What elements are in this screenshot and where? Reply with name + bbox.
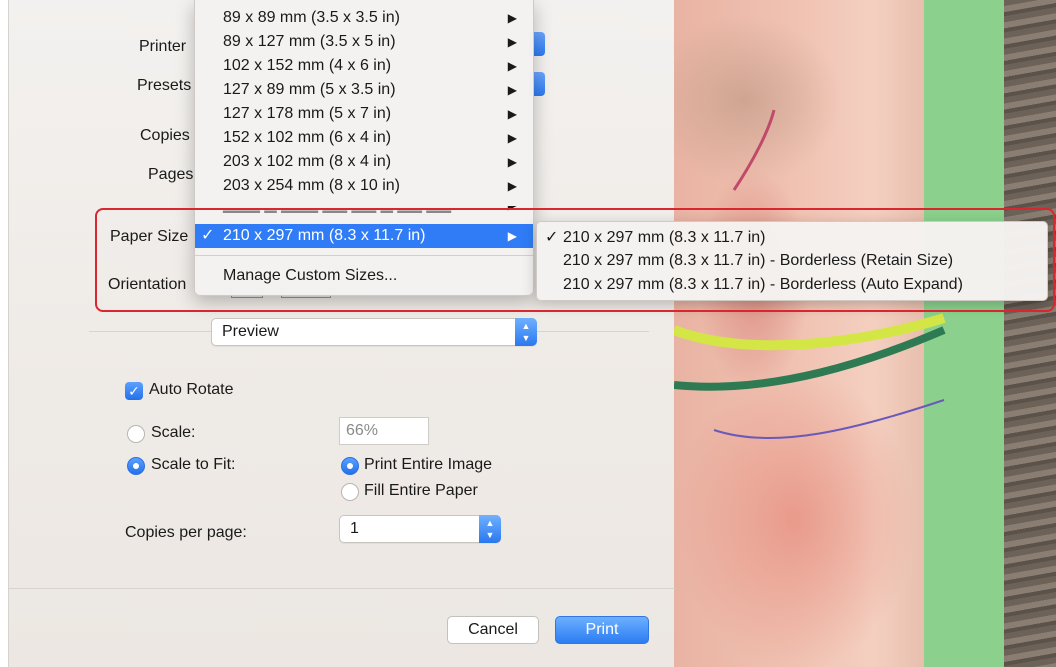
- menu-item[interactable]: 89 x 89 mm (3.5 x 3.5 in) ▶: [195, 6, 533, 30]
- submenu-arrow-icon: ▶: [507, 131, 517, 145]
- menu-separator: [195, 255, 533, 256]
- copies-label: Copies: [140, 127, 190, 144]
- paper-size-submenu: ✓ 210 x 297 mm (8.3 x 11.7 in) 210 x 297…: [536, 221, 1048, 301]
- stepper-icon: ▲ ▼: [515, 318, 537, 346]
- menu-item-selected[interactable]: ✓ 210 x 297 mm (8.3 x 11.7 in) ▶: [195, 224, 533, 248]
- stepper-icon: ▲ ▼: [479, 515, 501, 543]
- menu-item-clipped: ▁▁▁ ▁ ▁▁▁ ▁▁ ▁▁ ▁ ▁▁ ▁▁ ▶: [195, 206, 533, 216]
- scale-to-fit-label: Scale to Fit:: [151, 456, 236, 473]
- menu-item[interactable]: 89 x 127 mm (3.5 x 5 in) ▶: [195, 30, 533, 54]
- submenu-item[interactable]: 210 x 297 mm (8.3 x 11.7 in) - Borderles…: [537, 249, 1047, 273]
- submenu-item[interactable]: ✓ 210 x 297 mm (8.3 x 11.7 in): [537, 226, 1047, 250]
- submenu-arrow-icon: ▶: [507, 83, 517, 97]
- submenu-arrow-icon: ▶: [507, 59, 517, 73]
- submenu-arrow-icon: ▶: [507, 35, 517, 49]
- copies-per-page-value: 1: [350, 520, 359, 537]
- checkmark-icon: ✓: [545, 229, 559, 246]
- footer-divider: [9, 588, 675, 589]
- submenu-arrow-icon: ▶: [507, 11, 517, 25]
- menu-item[interactable]: 152 x 102 mm (6 x 4 in) ▶: [195, 126, 533, 150]
- print-entire-image-label: Print Entire Image: [364, 456, 493, 473]
- cancel-button[interactable]: Cancel: [447, 616, 539, 644]
- print-entire-image-radio[interactable]: [341, 457, 359, 475]
- menu-item[interactable]: 127 x 89 mm (5 x 3.5 in) ▶: [195, 78, 533, 102]
- submenu-arrow-icon: ▶: [507, 155, 517, 169]
- menu-item[interactable]: 203 x 254 mm (8 x 10 in) ▶: [195, 174, 533, 198]
- scale-label: Scale:: [151, 424, 196, 441]
- menu-item[interactable]: 127 x 178 mm (5 x 7 in) ▶: [195, 102, 533, 126]
- auto-rotate-checkbox[interactable]: ✓: [125, 382, 143, 400]
- menu-item[interactable]: 203 x 102 mm (8 x 4 in) ▶: [195, 150, 533, 174]
- submenu-arrow-icon: ▶: [507, 107, 517, 121]
- menu-item[interactable]: 102 x 152 mm (4 x 6 in) ▶: [195, 54, 533, 78]
- submenu-arrow-icon: ▶: [507, 229, 517, 243]
- photo-preview: [674, 0, 1056, 667]
- scale-radio[interactable]: [127, 425, 145, 443]
- scale-input[interactable]: 66%: [339, 417, 429, 445]
- section-select[interactable]: Preview ▲ ▼: [211, 318, 537, 346]
- print-button[interactable]: Print: [555, 616, 649, 644]
- paper-size-label: Paper Size: [110, 228, 189, 245]
- orientation-label: Orientation: [108, 276, 187, 293]
- printer-label: Printer: [139, 38, 187, 55]
- submenu-item[interactable]: 210 x 297 mm (8.3 x 11.7 in) - Borderles…: [537, 273, 1047, 297]
- submenu-arrow-icon: ▶: [508, 206, 517, 216]
- scale-to-fit-radio[interactable]: [127, 457, 145, 475]
- section-select-value: Preview: [222, 323, 279, 340]
- manage-custom-sizes-item[interactable]: Manage Custom Sizes...: [195, 264, 533, 288]
- fill-entire-paper-label: Fill Entire Paper: [364, 482, 478, 499]
- photo-ribbon-graphic: [674, 109, 946, 439]
- checkmark-icon: ✓: [201, 227, 215, 244]
- presets-label: Presets: [137, 77, 192, 94]
- paper-size-menu: 89 x 89 mm (3.5 x 3.5 in) ▶ 89 x 127 mm …: [194, 0, 534, 296]
- pages-label: Pages: [148, 166, 194, 183]
- submenu-arrow-icon: ▶: [507, 179, 517, 193]
- copies-per-page-select[interactable]: 1 ▲ ▼: [339, 515, 501, 543]
- fill-entire-paper-radio[interactable]: [341, 483, 359, 501]
- copies-per-page-label: Copies per page:: [125, 524, 247, 541]
- auto-rotate-label: Auto Rotate: [149, 381, 234, 398]
